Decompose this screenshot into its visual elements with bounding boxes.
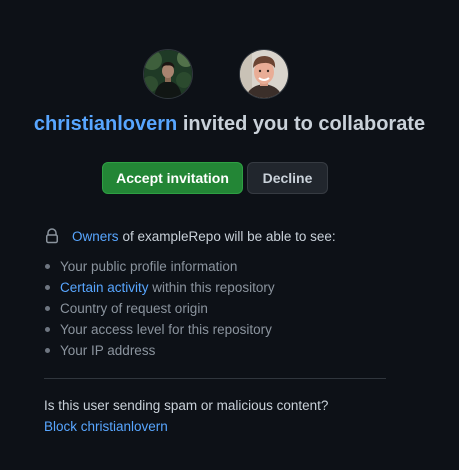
bullet-icon [45,285,50,290]
permissions-list: Your public profile information Certain … [44,256,275,361]
bullet-icon [45,348,50,353]
accept-invitation-button[interactable]: Accept invitation [102,162,243,194]
inviter-avatar[interactable] [143,49,193,99]
list-item-text: Your access level for this repository [60,322,272,337]
decline-button[interactable]: Decline [247,162,328,194]
invitation-page: christianlovern invited you to collabora… [0,0,459,470]
list-item: Your IP address [44,340,275,361]
bullet-icon [45,327,50,332]
bullet-icon [45,264,50,269]
block-user-link[interactable]: Block christianlovern [44,419,168,434]
permissions-intro: Owners of exampleRepo will be able to se… [44,227,336,245]
invitation-headline: christianlovern invited you to collabora… [0,113,459,136]
certain-activity-link[interactable]: Certain activity [60,280,149,295]
divider [44,378,386,379]
list-item-text: Country of request origin [60,301,208,316]
owners-link[interactable]: Owners [72,229,119,244]
lock-icon [46,228,58,244]
spam-question: Is this user sending spam or malicious c… [44,398,329,413]
invitee-avatar[interactable] [239,49,289,99]
list-item: Certain activity within this repository [44,277,275,298]
avatar-row [0,49,459,101]
list-item: Your access level for this repository [44,319,275,340]
inviter-profile-link[interactable]: christianlovern [34,113,177,135]
headline-text: invited you to collaborate [177,113,426,135]
list-item-text: Your public profile information [60,259,238,274]
inviter-avatar-image [144,50,192,98]
bullet-icon [45,306,50,311]
invitee-avatar-image [240,50,288,98]
list-item-text: Your IP address [60,343,156,358]
list-item: Country of request origin [44,298,275,319]
permissions-intro-text: of exampleRepo will be able to see: [122,228,336,244]
list-item: Your public profile information [44,256,275,277]
list-item-text: within this repository [148,280,275,295]
